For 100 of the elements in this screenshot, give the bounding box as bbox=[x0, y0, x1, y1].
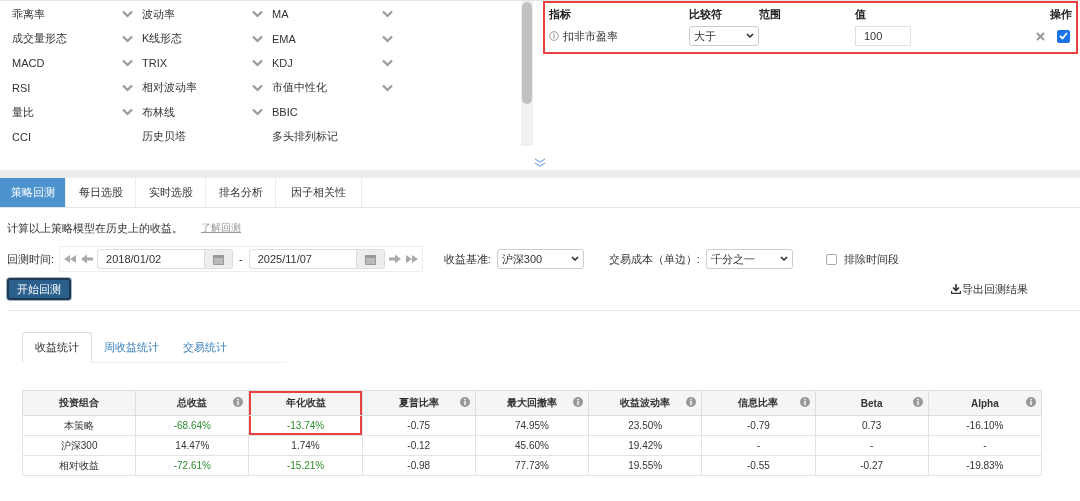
indicator-name: 扣非市盈率 bbox=[563, 28, 618, 44]
chevron-down-icon[interactable] bbox=[122, 59, 133, 68]
left-arrow-icon[interactable] bbox=[80, 254, 95, 264]
indicator-item[interactable]: BBIC bbox=[272, 106, 298, 119]
scrollbar-thumb[interactable] bbox=[522, 2, 532, 104]
chevron-down-icon[interactable] bbox=[382, 83, 393, 92]
column-header: 操作 bbox=[1050, 7, 1072, 22]
table-cell: -72.61% bbox=[135, 455, 249, 476]
checkbox-label: 排除时间段 bbox=[843, 251, 899, 267]
indicator-item[interactable]: 波动率 bbox=[142, 6, 175, 22]
table-cell: 14.47% bbox=[135, 435, 249, 456]
indicator-item[interactable]: CCI bbox=[12, 130, 31, 143]
checkbox[interactable] bbox=[1057, 29, 1070, 43]
chevron-down-icon[interactable] bbox=[252, 59, 263, 68]
table-cell: 1.74% bbox=[248, 435, 363, 456]
chevron-down-icon[interactable] bbox=[252, 10, 263, 19]
table-cell: -13.74% bbox=[248, 415, 363, 436]
description-text: 计算以上策略模型在历史上的收益。 bbox=[7, 220, 183, 236]
info-icon[interactable] bbox=[1026, 397, 1036, 407]
value-field[interactable]: 100 bbox=[855, 26, 911, 46]
chevron-down-icon[interactable] bbox=[382, 34, 393, 43]
double-left-arrow-icon[interactable] bbox=[63, 254, 78, 264]
subtab[interactable]: 周收益统计 bbox=[92, 332, 171, 362]
indicator-item[interactable]: TRIX bbox=[142, 57, 168, 70]
indicator-item[interactable]: RSI bbox=[12, 81, 31, 94]
indicator-item[interactable]: 乖离率 bbox=[12, 6, 45, 22]
column-label: 投资组合 bbox=[59, 397, 100, 408]
chevron-down-icon[interactable] bbox=[252, 83, 263, 92]
indicator-item[interactable]: 布林线 bbox=[142, 104, 175, 120]
indicator-item[interactable]: EMA bbox=[272, 32, 296, 45]
table-cell: 77.73% bbox=[475, 455, 589, 476]
date-separator: - bbox=[239, 253, 243, 265]
indicator-item[interactable]: MA bbox=[272, 8, 289, 21]
table-cell: -0.27 bbox=[815, 455, 929, 476]
indicator-item[interactable]: K线形态 bbox=[142, 31, 183, 47]
info-icon[interactable] bbox=[799, 397, 810, 407]
double-right-arrow-icon[interactable] bbox=[404, 254, 419, 264]
table-cell: 19.42% bbox=[588, 435, 702, 456]
table-cell: 0.73 bbox=[815, 415, 929, 436]
table-cell: -68.64% bbox=[135, 415, 249, 436]
column-label: Beta bbox=[860, 397, 883, 409]
caret-icon bbox=[570, 256, 579, 262]
indicator-item[interactable]: MACD bbox=[12, 57, 45, 70]
info-icon[interactable] bbox=[459, 397, 470, 407]
close-icon[interactable] bbox=[1036, 31, 1045, 41]
indicator-item[interactable]: 相对波动率 bbox=[142, 80, 197, 96]
chevron-down-icon[interactable] bbox=[382, 10, 393, 19]
chevron-down-icon[interactable] bbox=[122, 10, 133, 19]
scrollbar[interactable] bbox=[521, 1, 533, 146]
column-label: 信息比率 bbox=[738, 397, 779, 408]
field-label: 回测时间: bbox=[7, 251, 55, 267]
indicator-item[interactable]: KDJ bbox=[272, 57, 293, 70]
indicator-item[interactable]: 量比 bbox=[12, 104, 34, 120]
indicator-item[interactable]: 历史贝塔 bbox=[142, 129, 186, 145]
column-label: 收益波动率 bbox=[620, 397, 671, 408]
right-arrow-icon[interactable] bbox=[387, 254, 402, 264]
table-cell: -16.10% bbox=[928, 415, 1042, 436]
table-cell: - bbox=[815, 435, 929, 456]
column-label: 夏普比率 bbox=[398, 397, 439, 408]
table-cell: -0.55 bbox=[701, 455, 816, 476]
table-cell: 19.55% bbox=[588, 455, 702, 476]
table-cell: -0.75 bbox=[362, 415, 476, 436]
caret-icon bbox=[746, 33, 754, 39]
caret-icon bbox=[779, 256, 788, 262]
chevron-down-icon[interactable] bbox=[122, 83, 133, 92]
indicator-item[interactable]: 市值中性化 bbox=[272, 80, 327, 96]
table-cell: -0.12 bbox=[362, 435, 476, 456]
chevron-down-icon[interactable] bbox=[252, 34, 263, 43]
cost-select[interactable]: 千分之一 bbox=[705, 249, 793, 269]
info-icon[interactable] bbox=[549, 31, 559, 41]
column-label: 年化收益 bbox=[285, 397, 326, 408]
table-cell: 相对收益 bbox=[22, 455, 136, 476]
info-icon[interactable] bbox=[573, 397, 584, 407]
benchmark-select[interactable]: 沪深300 bbox=[496, 249, 584, 269]
indicator-item[interactable]: 多头排列标记 bbox=[272, 129, 338, 145]
info-icon[interactable] bbox=[686, 397, 697, 407]
indicator-item[interactable]: 成交量形态 bbox=[12, 31, 67, 47]
info-icon[interactable] bbox=[233, 397, 244, 407]
column-label: 最大回撤率 bbox=[507, 397, 557, 408]
subtab[interactable]: 交易统计 bbox=[171, 332, 239, 362]
calendar-icon bbox=[364, 253, 376, 265]
column-header: 比较符 bbox=[689, 7, 723, 22]
checkbox[interactable] bbox=[825, 253, 837, 265]
info-icon[interactable] bbox=[912, 397, 923, 407]
chevron-down-icon[interactable] bbox=[122, 34, 133, 43]
date-field[interactable]: 2018/01/02 bbox=[97, 249, 234, 269]
column-header: 范围 bbox=[759, 7, 782, 22]
start-backtest-button[interactable]: 开始回测 bbox=[7, 278, 71, 300]
table-cell: 沪深300 bbox=[22, 435, 136, 456]
double-chevron-icon[interactable] bbox=[534, 158, 546, 168]
comparator-select[interactable]: 大于 bbox=[689, 26, 759, 46]
chevron-down-icon[interactable] bbox=[252, 108, 263, 117]
date-field[interactable]: 2025/11/07 bbox=[248, 249, 385, 269]
export-link[interactable]: 导出回测结果 bbox=[951, 281, 1028, 297]
calendar-icon bbox=[213, 253, 225, 265]
chevron-down-icon[interactable] bbox=[382, 59, 393, 68]
subtab[interactable]: 收益统计 bbox=[22, 332, 92, 363]
chevron-down-icon[interactable] bbox=[122, 108, 133, 117]
column-header: 指标 bbox=[549, 7, 572, 22]
download-icon bbox=[951, 284, 961, 294]
